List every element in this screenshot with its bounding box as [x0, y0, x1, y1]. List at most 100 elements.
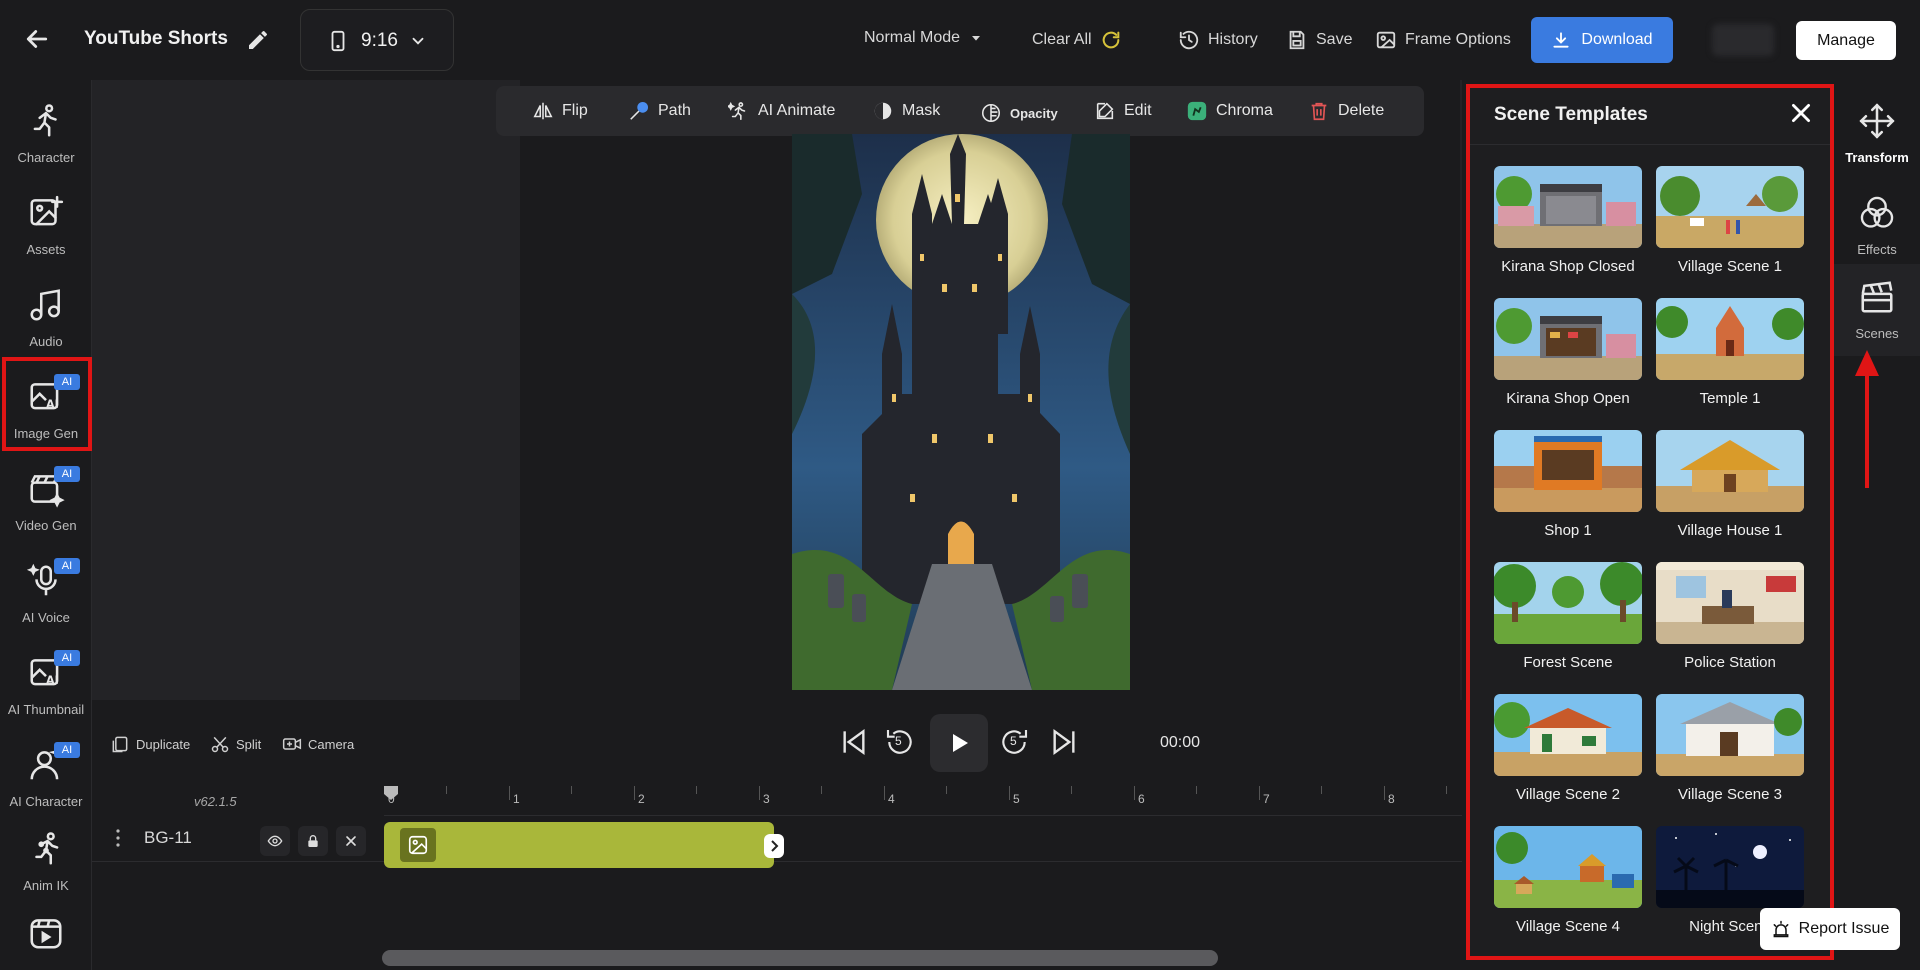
mask-button[interactable]: Mask	[872, 100, 940, 122]
rail-item-scenes[interactable]: Scenes	[1834, 264, 1920, 356]
scene-template-village-house-1[interactable]: Village House 1	[1656, 430, 1804, 539]
close-icon[interactable]	[1788, 100, 1814, 126]
rail-item-effects[interactable]: Effects	[1834, 180, 1920, 272]
back-arrow-icon[interactable]	[22, 24, 52, 54]
scene-template-village-scene-1[interactable]: Village Scene 1	[1656, 166, 1804, 275]
red-arrow-up-icon	[1855, 350, 1879, 488]
sidebar-item-label: Anim IK	[23, 878, 69, 893]
split-button[interactable]: Split	[210, 734, 261, 754]
scene-template-village-scene-2[interactable]: Village Scene 2	[1494, 694, 1642, 803]
tool-label: Mask	[902, 102, 941, 119]
track-visibility-toggle[interactable]	[260, 826, 290, 856]
flip-button[interactable]: Flip	[532, 100, 588, 122]
sidebar-item-audio[interactable]: Audio	[0, 272, 92, 360]
rail-item-label: Effects	[1857, 242, 1897, 257]
ruler-tick-label: 2	[638, 792, 645, 806]
save-button[interactable]: Save	[1286, 29, 1352, 51]
track-lock-toggle[interactable]	[298, 826, 328, 856]
canvas-stage-image[interactable]	[792, 134, 1130, 690]
history-button[interactable]: History	[1178, 29, 1258, 51]
ruler-tick-label: 1	[513, 792, 520, 806]
aspect-ratio-dropdown[interactable]: 9:16	[300, 9, 454, 71]
scene-template-label: Village Scene 2	[1516, 786, 1620, 803]
clear-all-button[interactable]: Clear All	[1032, 29, 1122, 51]
music-note-icon	[30, 289, 60, 321]
skip-start-icon[interactable]	[838, 726, 870, 758]
play-icon	[953, 734, 968, 752]
user-avatar[interactable]	[1712, 24, 1774, 56]
ruler-tick-label: 6	[1138, 792, 1145, 806]
scene-template-kirana-shop-closed[interactable]: Kirana Shop Closed	[1494, 166, 1642, 275]
canvas-area	[92, 80, 1462, 700]
scene-template-shop-1[interactable]: Shop 1	[1494, 430, 1642, 539]
scene-template-kirana-shop-open[interactable]: Kirana Shop Open	[1494, 298, 1642, 407]
timeline-clip[interactable]	[384, 822, 784, 868]
tool-label: AI Animate	[758, 102, 836, 119]
rewind-5-button[interactable]: 5	[884, 726, 916, 758]
ruler-tick	[1009, 786, 1010, 800]
duplicate-label: Duplicate	[136, 736, 191, 752]
forward-seconds: 5	[1010, 734, 1017, 748]
pencil-icon[interactable]	[246, 28, 270, 52]
sidebar-item-anim-ik[interactable]: Anim IK	[0, 816, 92, 904]
scene-template-village-scene-4[interactable]: Village Scene 4	[1494, 826, 1642, 935]
delete-button[interactable]: Delete	[1308, 100, 1384, 122]
forward-5-button[interactable]: 5	[998, 726, 1030, 758]
ruler-tick	[1196, 786, 1197, 794]
ik-figure-icon	[35, 832, 59, 865]
download-button[interactable]: Download	[1531, 17, 1673, 63]
skip-end-icon[interactable]	[1048, 726, 1080, 758]
manage-button[interactable]: Manage	[1796, 21, 1896, 60]
scene-template-forest-scene[interactable]: Forest Scene	[1494, 562, 1642, 671]
timeline: v62.1.5 0 1 2 3 4 5 6 7 8 BG-11	[92, 786, 1462, 970]
edit-icon	[1096, 102, 1114, 120]
duplicate-button[interactable]: Duplicate	[110, 734, 190, 754]
report-issue-button[interactable]: Report Issue	[1760, 908, 1900, 950]
mode-dropdown[interactable]: Normal Mode	[864, 29, 984, 47]
sidebar-item-video[interactable]	[0, 900, 92, 970]
sidebar-item-character[interactable]: Character	[0, 88, 92, 176]
sidebar-item-ai-character[interactable]: AI AI Character	[0, 732, 92, 820]
sidebar-item-ai-voice[interactable]: AI AI Voice	[0, 548, 92, 636]
play-button[interactable]	[930, 714, 988, 772]
video-player-icon	[30, 919, 62, 949]
camera-button[interactable]: Camera	[282, 734, 354, 754]
tool-label: Chroma	[1216, 102, 1273, 119]
flip-icon	[533, 102, 553, 120]
clip-thumbnail	[400, 828, 436, 862]
ruler-tick-label: 8	[1388, 792, 1395, 806]
camera-label: Camera	[308, 736, 355, 752]
clip-resize-handle[interactable]	[764, 834, 784, 858]
scene-template-police-station[interactable]: Police Station	[1656, 562, 1804, 671]
ai-badge: AI	[54, 650, 80, 666]
phone-icon	[331, 30, 345, 52]
sidebar-item-label: AI Character	[9, 794, 83, 809]
frame-options-button[interactable]: Frame Options	[1375, 29, 1511, 51]
scene-thumbnail	[1494, 562, 1642, 644]
scene-thumbnail	[1656, 298, 1804, 380]
scene-template-label: Village House 1	[1677, 522, 1783, 539]
frame-image-icon	[1376, 31, 1396, 49]
path-button[interactable]: Path	[628, 100, 691, 122]
ai-badge: AI	[54, 466, 80, 482]
timeline-ruler[interactable]: 0 1 2 3 4 5 6 7 8	[384, 786, 1462, 816]
track-remove-button[interactable]	[336, 826, 366, 856]
scene-template-village-scene-3[interactable]: Village Scene 3	[1656, 694, 1804, 803]
aspect-ratio-value: 9:16	[361, 30, 398, 51]
drag-handle-icon[interactable]	[116, 828, 120, 848]
ai-animate-button[interactable]: AI Animate	[728, 100, 835, 122]
timeline-scrollbar[interactable]	[382, 950, 1218, 966]
edit-button[interactable]: Edit	[1094, 100, 1152, 122]
chevron-right-icon	[771, 840, 779, 852]
opacity-button[interactable]: Opacity	[980, 102, 1058, 124]
history-label: History	[1208, 31, 1258, 48]
rail-item-transform[interactable]: Transform	[1834, 88, 1920, 180]
sidebar-item-assets[interactable]: Assets	[0, 180, 92, 268]
sidebar-item-video-gen[interactable]: AI Video Gen	[0, 456, 92, 544]
sidebar-item-label: AI Voice	[22, 610, 70, 625]
chroma-button[interactable]: Chroma	[1186, 100, 1273, 122]
sidebar-item-label: AI Thumbnail	[7, 702, 85, 717]
sidebar-item-ai-thumbnail[interactable]: AI AI AI Thumbnail	[0, 640, 92, 728]
scene-template-temple-1[interactable]: Temple 1	[1656, 298, 1804, 407]
tool-label: Flip	[562, 102, 588, 119]
